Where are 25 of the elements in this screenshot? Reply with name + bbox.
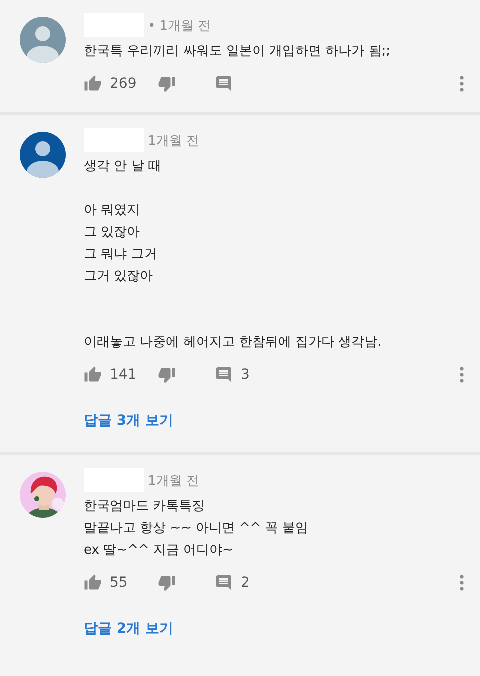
like-count: 141: [110, 366, 138, 384]
like-count: 55: [110, 574, 129, 592]
like-count: 269: [110, 74, 138, 94]
comment-icon[interactable]: [215, 75, 233, 93]
comment-time: 1개월 전: [148, 133, 200, 152]
thumbs-down-icon[interactable]: [158, 75, 176, 93]
more-icon[interactable]: [460, 76, 464, 92]
comment-text: 한국엄마드 카톡특징 말끝나고 항상 ~~ 아니면 ^^ 꼭 붙임 ex 딸~^^ 지금 어디야~: [84, 498, 310, 560]
thumbs-down-icon[interactable]: [158, 366, 176, 384]
comment-icon[interactable]: [215, 574, 233, 592]
thumbs-down-icon[interactable]: [158, 574, 176, 592]
comment-time: 1개월 전: [148, 473, 200, 492]
reply-count: 3: [241, 366, 250, 384]
comment-icon[interactable]: [215, 366, 233, 384]
reply-count: 2: [241, 574, 250, 592]
comment-text: 생각 안 날 때 아 뭐였지 그 있잖아 그 뭐냐 그거 그거 있잖아 이래놓고 나중에 헤어지고 한참뒤에 집가다 생각남.: [84, 158, 383, 352]
comment-time: • 1개월 전: [148, 18, 212, 36]
more-icon[interactable]: [460, 367, 464, 383]
thumbs-up-icon[interactable]: [84, 75, 102, 93]
more-icon[interactable]: [460, 575, 464, 591]
thumbs-up-icon[interactable]: [84, 574, 102, 592]
thumbs-up-icon[interactable]: [84, 366, 102, 384]
view-replies-link[interactable]: 답글 3개 보기: [84, 411, 174, 432]
view-replies-link[interactable]: 답글 2개 보기: [84, 619, 174, 640]
comment-text: 한국특 우리끼리 싸워도 일본이 개입하면 하나가 됨;;: [84, 43, 392, 61]
